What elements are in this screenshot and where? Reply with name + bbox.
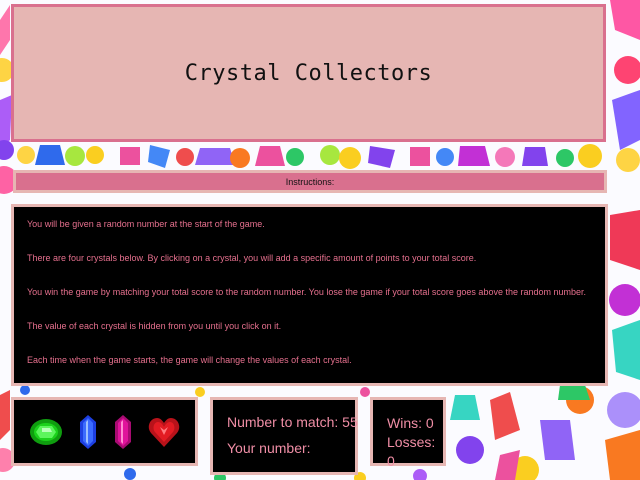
crystal-button-blue[interactable] xyxy=(78,414,98,450)
instruction-line: You win the game by matching your total … xyxy=(27,287,587,297)
instruction-line: The value of each crystal is hidden from… xyxy=(27,321,282,331)
blue-crystal-icon[interactable] xyxy=(78,414,98,450)
your-number-label: Your number: xyxy=(227,440,311,456)
wins: Wins: 0 xyxy=(387,414,443,433)
instructions-header: Instructions: xyxy=(13,170,607,193)
instruction-line: Each time when the game starts, the game… xyxy=(27,355,352,365)
crystal-panel xyxy=(11,397,198,466)
losses: Losses: 0 xyxy=(387,433,443,471)
instruction-line: You will be given a random number at the… xyxy=(27,219,265,229)
wins-label: Wins: xyxy=(387,415,422,431)
number-to-match-value: 55 xyxy=(342,414,358,430)
magenta-crystal-icon[interactable] xyxy=(113,414,133,450)
red-heart-gem-icon[interactable] xyxy=(148,415,180,449)
losses-value: 0 xyxy=(387,453,395,469)
title-panel: Crystal Collectors xyxy=(11,4,606,142)
record-panel: Wins: 0 Losses: 0 xyxy=(370,397,446,469)
crystal-button-green[interactable] xyxy=(29,418,63,446)
instruction-line: There are four crystals below. By clicki… xyxy=(27,253,477,263)
score-panel: Number to match: 55 Your number: xyxy=(210,397,358,475)
number-to-match: Number to match: 55 xyxy=(227,414,358,430)
losses-label: Losses: xyxy=(387,434,436,450)
page-title: Crystal Collectors xyxy=(184,60,433,86)
wins-value: 0 xyxy=(425,415,434,431)
number-to-match-label: Number to match: xyxy=(227,414,339,430)
instructions-panel: You will be given a random number at the… xyxy=(11,204,608,386)
crystal-button-magenta[interactable] xyxy=(113,414,133,450)
your-number: Your number: xyxy=(227,440,355,456)
green-gem-icon[interactable] xyxy=(29,418,63,446)
crystal-button-red[interactable] xyxy=(148,415,180,449)
